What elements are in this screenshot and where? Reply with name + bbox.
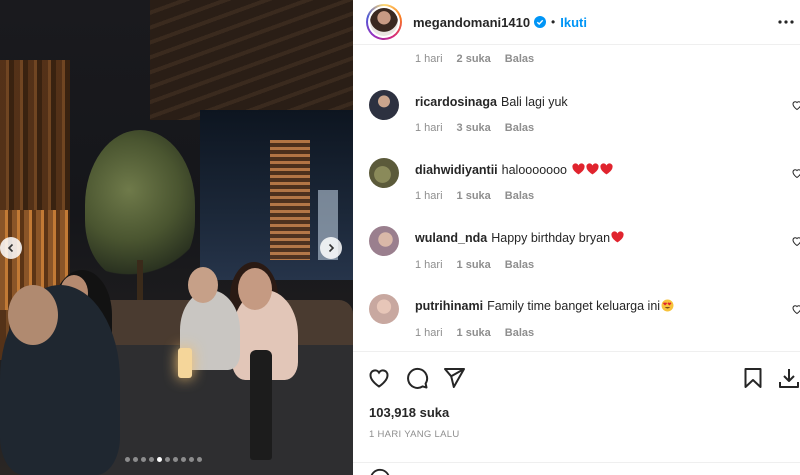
comment-text: Happy birthday bryan [491,231,611,245]
post-actions: 103,918 suka 1 HARI YANG LALU [353,351,800,475]
red-heart-emoji-icon [611,231,624,243]
carousel-dot [157,457,162,462]
comment-reply-button[interactable]: Balas [505,327,534,339]
author-username[interactable]: megandomani1410 [413,15,530,30]
comment-likes[interactable]: 1 suka [457,259,491,271]
like-comment-icon[interactable] [791,167,800,179]
comment-time: 1 hari [415,190,443,202]
more-options-icon[interactable] [777,13,795,31]
chevron-left-icon [7,243,14,253]
comment-meta: 1 hari 1 suka Balas [415,327,534,339]
comment-meta: 1 hari 2 suka Balas [415,53,534,65]
comment-likes[interactable]: 2 suka [457,53,491,65]
comment-time: 1 hari [415,259,443,271]
red-heart-emoji-icon [599,163,613,175]
chevron-right-icon [328,243,335,253]
commenter-avatar[interactable] [369,158,399,188]
carousel-dot [133,457,138,462]
save-bookmark-icon[interactable] [741,366,765,390]
download-icon[interactable] [777,366,800,390]
follow-button[interactable]: Ikuti [560,15,587,30]
comment-meta: 1 hari 1 suka Balas [415,259,534,271]
like-comment-icon[interactable] [791,303,800,315]
carousel-dot [181,457,186,462]
carousel-dot [189,457,194,462]
commenter-avatar[interactable] [369,90,399,120]
comment-icon[interactable] [405,366,429,390]
carousel-dot [197,457,202,462]
comment-text: Bali lagi yuk [500,95,568,109]
comment-likes[interactable]: 1 suka [457,327,491,339]
red-heart-emoji-icon [571,163,585,175]
commenter-username[interactable]: wuland_nda [415,231,487,245]
carousel-indicator [125,457,202,462]
instagram-post-view: megandomani1410 • Ikuti 1 hari 2 suka Ba… [0,0,800,475]
commenter-avatar[interactable] [369,294,399,324]
comment-reply-button[interactable]: Balas [505,259,534,271]
like-comment-icon[interactable] [791,99,800,111]
like-icon[interactable] [367,366,391,390]
commenter-avatar[interactable] [369,226,399,256]
carousel-next-button[interactable] [320,237,342,259]
post-details-panel: megandomani1410 • Ikuti 1 hari 2 suka Ba… [353,0,800,475]
comment-text: Family time banget keluarga ini [487,299,661,313]
likes-count[interactable]: 103,918 suka [369,405,449,420]
comments-list[interactable]: 1 hari 2 suka Balas ricardosinaga Bali la… [353,46,800,351]
share-icon[interactable] [442,366,466,390]
carousel-dot [173,457,178,462]
comment-meta: 1 hari 1 suka Balas [415,190,534,202]
carousel-dot [149,457,154,462]
comment-reply-button[interactable]: Balas [505,122,534,134]
comment-text: halooooooo [501,163,568,177]
comment-meta: 1 hari 3 suka Balas [415,122,534,134]
comment-time: 1 hari [415,122,443,134]
author-avatar[interactable] [366,4,402,40]
emoji-picker-icon[interactable] [369,468,391,475]
comment-time: 1 hari [415,53,443,65]
commenter-username[interactable]: ricardosinaga [415,95,497,109]
comment-likes[interactable]: 1 suka [457,190,491,202]
comment-reply-button[interactable]: Balas [505,190,534,202]
comment-time: 1 hari [415,327,443,339]
carousel-dot [165,457,170,462]
carousel-prev-button[interactable] [0,237,22,259]
verified-badge-icon [534,16,547,28]
post-header: megandomani1410 • Ikuti [353,0,800,45]
post-timestamp: 1 HARI YANG LALU [369,429,460,440]
post-photo[interactable] [0,0,353,475]
heart-eyes-emoji-icon [661,299,674,312]
header-separator: • [551,15,556,29]
comment-reply-button[interactable]: Balas [505,53,534,65]
comment-likes[interactable]: 3 suka [457,122,491,134]
like-comment-icon[interactable] [791,235,800,247]
red-heart-emoji-icon [585,163,599,175]
carousel-dot [125,457,130,462]
carousel-dot [141,457,146,462]
add-comment-bar [353,462,800,475]
commenter-username[interactable]: diahwidiyantii [415,163,498,177]
commenter-username[interactable]: putrihinami [415,299,483,313]
